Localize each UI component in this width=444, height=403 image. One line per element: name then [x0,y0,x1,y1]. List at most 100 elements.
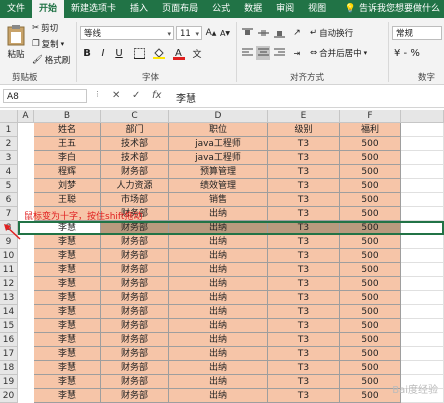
table-cell[interactable] [401,165,444,179]
table-cell[interactable]: 500 [340,179,401,193]
table-cell[interactable]: 李慧 [34,263,101,277]
tab-2[interactable]: 新建选项卡 [64,0,123,18]
orientation-button[interactable]: ↗ [290,26,304,40]
row-header[interactable]: 1 [0,123,18,137]
table-cell[interactable]: T3 [268,249,340,263]
table-cell[interactable]: 出纳 [169,319,268,333]
row-header[interactable]: 18 [0,361,18,375]
table-cell[interactable]: T3 [268,347,340,361]
table-cell[interactable]: T3 [268,207,340,221]
table-cell[interactable]: T3 [268,137,340,151]
row-header[interactable]: 15 [0,319,18,333]
font-size-select[interactable]: 11 ▾ [176,26,202,40]
table-cell[interactable] [401,347,444,361]
table-cell[interactable]: 财务部 [101,165,169,179]
table-cell[interactable]: 绩效管理 [169,179,268,193]
table-cell[interactable]: 预算管理 [169,165,268,179]
select-all-corner[interactable] [0,110,18,123]
row-header[interactable]: 4 [0,165,18,179]
table-cell[interactable]: java工程师 [169,151,268,165]
row-header[interactable]: 10 [0,249,18,263]
table-cell[interactable]: 500 [340,151,401,165]
row-header[interactable]: 16 [0,333,18,347]
table-header-cell[interactable]: 部门 [101,123,169,137]
tab-3[interactable]: 插入 [123,0,155,18]
table-cell[interactable]: 技术部 [101,151,169,165]
indent-button[interactable]: ⇥ [290,46,304,60]
tell-me-box[interactable]: 💡 告诉我您想要做什么 [345,0,444,18]
table-cell[interactable]: 王五 [34,137,101,151]
table-cell[interactable]: 市场部 [101,193,169,207]
table-cell[interactable] [401,123,444,137]
table-cell[interactable]: 财务部 [101,333,169,347]
table-cell[interactable]: 500 [340,333,401,347]
row-header[interactable]: 19 [0,375,18,389]
table-cell[interactable]: 出纳 [169,305,268,319]
table-cell[interactable]: T3 [268,179,340,193]
table-cell[interactable]: 财务部 [101,319,169,333]
table-cell[interactable] [401,235,444,249]
table-cell[interactable]: 财务部 [101,235,169,249]
shrink-font-button[interactable]: A ▼ [218,26,232,40]
table-header-cell[interactable]: 级别 [268,123,340,137]
table-cell[interactable]: 李慧 [34,333,101,347]
table-cell[interactable] [401,333,444,347]
table-cell[interactable] [401,193,444,207]
align-middle-button[interactable] [256,26,270,40]
column-header-b[interactable]: B [34,110,101,123]
align-left-button[interactable] [240,46,254,60]
more-options-icon[interactable]: ⋮ [94,90,101,98]
table-cell[interactable]: 500 [340,193,401,207]
table-cell[interactable] [401,137,444,151]
table-cell[interactable]: 500 [340,319,401,333]
row-header[interactable]: 2 [0,137,18,151]
number-format-select[interactable]: 常规 [392,26,442,40]
table-cell[interactable]: 财务部 [101,347,169,361]
table-cell[interactable] [401,291,444,305]
table-cell[interactable]: 李慧 [34,249,101,263]
table-cell[interactable]: 500 [340,221,401,235]
underline-button[interactable]: U [112,46,126,60]
tab-5[interactable]: 公式 [205,0,237,18]
italic-button[interactable]: I [96,46,110,60]
table-header-cell[interactable]: 福利 [340,123,401,137]
currency-button[interactable]: ¥ - % [394,48,420,59]
table-cell[interactable]: T3 [268,221,340,235]
table-cell[interactable]: 李慧 [34,361,101,375]
table-cell[interactable]: 王聪 [34,193,101,207]
table-cell[interactable]: 李慧 [34,389,101,403]
grow-font-button[interactable]: A ▲ [204,26,218,40]
cut-button[interactable]: ✂ 剪切 [32,22,58,34]
table-cell[interactable]: 刘梦 [34,179,101,193]
formula-content[interactable]: 李慧 [176,90,196,105]
column-header-g[interactable] [401,110,444,123]
table-cell[interactable]: 出纳 [169,389,268,403]
column-header-f[interactable]: F [340,110,401,123]
table-cell[interactable]: 出纳 [169,263,268,277]
table-cell[interactable]: T3 [268,263,340,277]
table-cell[interactable]: 500 [340,235,401,249]
tab-6[interactable]: 数据 [237,0,269,18]
table-cell[interactable] [401,263,444,277]
tab-8[interactable]: 视图 [301,0,333,18]
row-header[interactable]: 7 [0,207,18,221]
table-cell[interactable]: 出纳 [169,221,268,235]
table-cell[interactable]: 财务部 [101,305,169,319]
copy-button[interactable]: ❐ 复制 ▾ [32,38,64,50]
row-header[interactable]: 6 [0,193,18,207]
table-cell[interactable]: T3 [268,319,340,333]
table-cell[interactable]: 李慧 [34,235,101,249]
table-cell[interactable]: 出纳 [169,361,268,375]
font-name-select[interactable]: 等线 ▾ [80,26,174,40]
column-header-a[interactable]: A [18,110,34,123]
tab-7[interactable]: 审阅 [269,0,301,18]
table-cell[interactable]: 李慧 [34,347,101,361]
tab-0[interactable]: 文件 [0,0,32,18]
format-painter-button[interactable]: 🖌 格式刷 [32,54,70,66]
table-cell[interactable] [401,305,444,319]
table-cell[interactable]: 500 [340,305,401,319]
table-cell[interactable]: 李慧 [34,305,101,319]
row-header[interactable]: 12 [0,277,18,291]
column-header-d[interactable]: D [169,110,268,123]
table-cell[interactable]: 李白 [34,151,101,165]
